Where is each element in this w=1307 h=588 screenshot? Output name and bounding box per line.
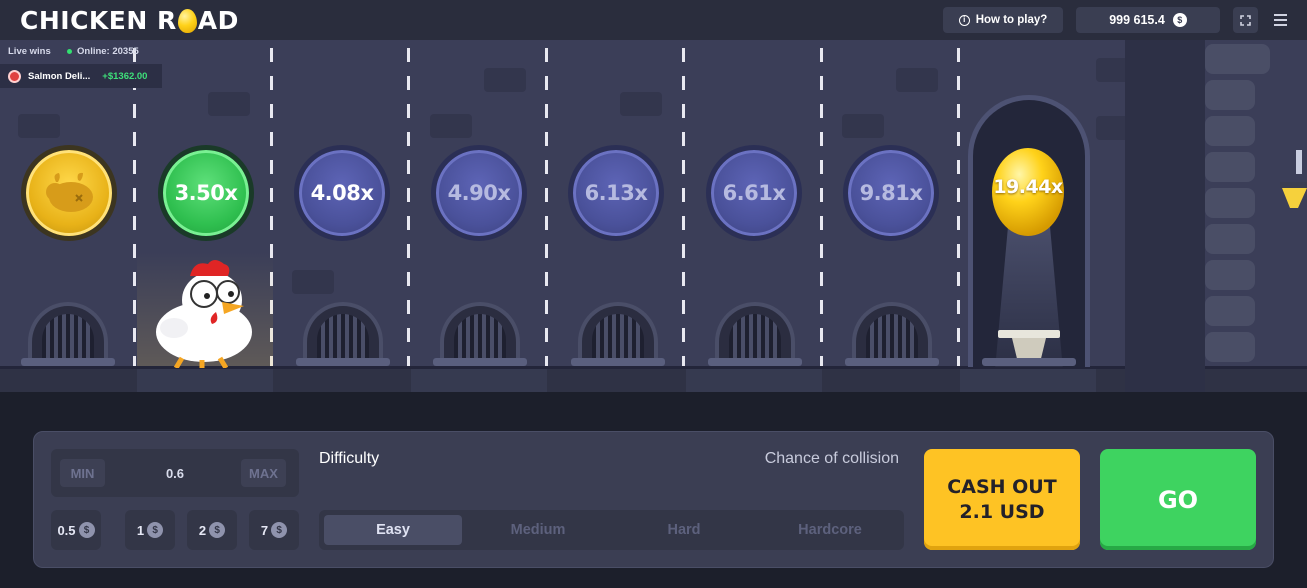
online-count: Online: 20355 (67, 46, 139, 57)
golden-egg: 19.44x (989, 140, 1067, 236)
sewer-grate (28, 302, 108, 366)
lane-divider (545, 48, 548, 368)
start-coin (21, 145, 117, 241)
top-bar: CHICKEN R AD i How to play? 999 615.4 $ (0, 0, 1307, 40)
lane-multiplier-4: 6.13x (568, 145, 664, 241)
lane-divider (133, 48, 136, 368)
hamburger-icon (1274, 14, 1287, 16)
win-amount: +$1362.00 (102, 70, 148, 82)
cash-out-amount: 2.1 USD (959, 500, 1045, 523)
stone-tower (1125, 40, 1205, 392)
bet-amount-box: MIN 0.6 MAX (51, 449, 299, 497)
how-to-play-label: How to play? (975, 14, 1048, 26)
balance-display: 999 615.4 $ (1076, 7, 1220, 33)
difficulty-option-medium[interactable]: Medium (469, 515, 607, 545)
lane-divider (957, 48, 960, 368)
difficulty-label: Difficulty (319, 450, 380, 467)
live-wins-panel: Live wins Online: 20355 Salmon Deli... +… (0, 40, 162, 90)
lantern-icon (1280, 150, 1307, 208)
dollar-coin-icon: $ (209, 522, 226, 538)
chance-of-collision-label: Chance of collision (764, 450, 899, 467)
go-button[interactable]: GO (1100, 449, 1256, 550)
quick-bet-7[interactable]: 7 $ (249, 510, 299, 550)
dollar-coin-icon: $ (1172, 13, 1187, 27)
info-icon: i (958, 14, 970, 26)
how-to-play-button[interactable]: i How to play? (943, 7, 1063, 33)
online-dot-icon (67, 49, 72, 54)
difficulty-option-hard[interactable]: Hard (615, 515, 753, 545)
balance-value: 999 615.4 (1109, 13, 1165, 27)
lane-multiplier-3: 4.90x (431, 145, 527, 241)
cash-out-label: CASH OUT (947, 475, 1057, 498)
difficulty-option-hardcore[interactable]: Hardcore (761, 515, 899, 545)
quick-bet-value: 7 (260, 522, 269, 538)
quick-bet-value: 0.5 (57, 522, 76, 538)
lane-divider (682, 48, 685, 368)
finish-multiplier: 19.44x (993, 176, 1063, 198)
live-win-row: Salmon Deli... +$1362.00 (0, 64, 162, 88)
live-wins-title: Live wins (8, 46, 51, 57)
sewer-grate (578, 302, 658, 366)
fullscreen-icon (1240, 14, 1251, 26)
quick-bet-2[interactable]: 2 $ (187, 510, 237, 550)
chicken-character (156, 260, 252, 368)
fullscreen-button[interactable] (1233, 7, 1258, 33)
sewer-grate (852, 302, 932, 366)
lane-multiplier-5: 6.61x (706, 145, 802, 241)
dollar-coin-icon: $ (271, 522, 288, 538)
menu-button[interactable] (1268, 7, 1293, 33)
bet-amount-input[interactable]: 0.6 (121, 449, 229, 497)
quick-bet-value: 1 (136, 522, 145, 538)
sewer-grate (303, 302, 383, 366)
logo-text-left: CHICKEN R (20, 6, 177, 35)
sewer-grate (715, 302, 795, 366)
dollar-coin-icon: $ (147, 522, 164, 538)
lane-multiplier-2[interactable]: 4.08x (294, 145, 390, 241)
game-logo: CHICKEN R AD (20, 6, 239, 35)
lane-divider (407, 48, 410, 368)
lane-multiplier-1: 3.50x (158, 145, 254, 241)
quick-bet-value: 2 (198, 522, 207, 538)
difficulty-option-easy[interactable]: Easy (324, 515, 462, 545)
winner-name: Salmon Deli... (28, 70, 91, 82)
max-bet-button[interactable]: MAX (241, 459, 286, 487)
avatar (8, 69, 21, 83)
dollar-coin-icon: $ (78, 522, 95, 538)
quick-bet-1[interactable]: 1 $ (125, 510, 175, 550)
sewer-grate (440, 302, 520, 366)
roast-chicken-icon (46, 172, 93, 212)
difficulty-selector: Easy Medium Hard Hardcore (319, 510, 904, 550)
lane-divider (820, 48, 823, 368)
online-count-label: Online: 20355 (77, 46, 139, 57)
cash-out-button[interactable]: CASH OUT 2.1 USD (924, 449, 1080, 550)
min-bet-button[interactable]: MIN (60, 459, 105, 487)
logo-egg-icon (177, 8, 197, 33)
game-road: 3.50x 4.08x 4.90x 6.13x 6.61x 9.81x 19.4… (0, 40, 1307, 392)
lane-multiplier-6: 9.81x (843, 145, 939, 241)
logo-text-right: AD (197, 6, 239, 35)
quick-bet-0-5[interactable]: 0.5 $ (51, 510, 101, 550)
